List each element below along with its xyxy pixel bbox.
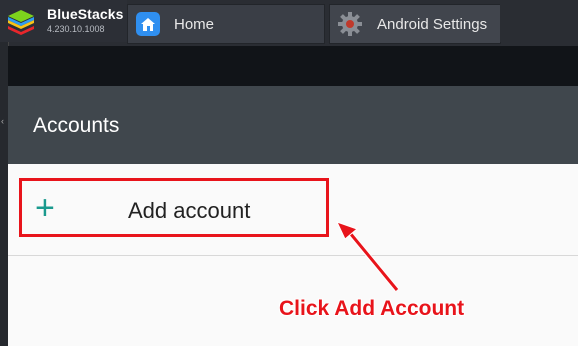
annotation-text: Click Add Account	[279, 297, 465, 320]
annotation-arrow	[336, 221, 399, 292]
